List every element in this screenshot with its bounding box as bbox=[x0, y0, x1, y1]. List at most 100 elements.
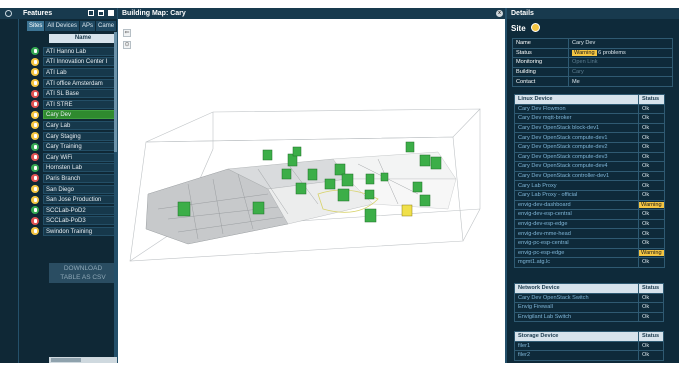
minimize-icon[interactable] bbox=[88, 10, 94, 16]
site-list-item[interactable]: SCCLab-PoD2 bbox=[31, 205, 118, 216]
device-row[interactable]: Cary Dev OpenStack compute-dev2 Ok bbox=[514, 141, 665, 153]
site-list-item[interactable]: ATI STRE bbox=[31, 99, 118, 110]
device-status: Ok bbox=[638, 132, 665, 143]
download-csv-button[interactable]: DOWNLOAD TABLE AS CSV bbox=[49, 263, 117, 283]
device-name[interactable]: filer1 bbox=[514, 340, 639, 352]
device-row[interactable]: Cary Dev OpenStack Switch Ok bbox=[514, 292, 664, 304]
device-name[interactable]: Cary Dev OpenStack Switch bbox=[514, 292, 639, 304]
device-name[interactable]: envig-dev-esp-edge bbox=[514, 218, 639, 230]
device-row[interactable]: Cary Dev OpenStack compute-dev4 Ok bbox=[514, 161, 665, 172]
device-name[interactable]: Cary Dev OpenStack compute-dev2 bbox=[514, 141, 639, 153]
device-name[interactable]: Cary Dev OpenStack compute-dev4 bbox=[514, 161, 639, 172]
site-list-item[interactable]: Cary Lab bbox=[31, 120, 118, 131]
device-row[interactable]: Cary Dev Flowmon Ok bbox=[514, 103, 665, 115]
device-row[interactable]: envig-dev-esp-edge Ok bbox=[514, 218, 665, 230]
site-list-item[interactable]: ATI office Amsterdam bbox=[31, 78, 118, 89]
device-name[interactable]: Envig Firewall bbox=[514, 302, 639, 313]
device-name[interactable]: filer2 bbox=[514, 350, 639, 361]
site-list-item[interactable]: San Jose Production bbox=[31, 194, 118, 205]
device-row[interactable]: Cary Dev OpenStack compute-dev1 Ok bbox=[514, 132, 665, 143]
site-list-item[interactable]: Cary Dev bbox=[31, 110, 118, 121]
status-column-header[interactable]: Status bbox=[638, 94, 665, 105]
site-list-item[interactable]: Cary WiFi bbox=[31, 152, 118, 163]
device-name[interactable]: envig-pc-esp-edge bbox=[514, 247, 639, 259]
device-column-header[interactable]: Network Device bbox=[514, 283, 639, 294]
device-row[interactable]: Cary Lab Proxy Ok bbox=[514, 180, 665, 191]
device-name[interactable]: Cary Lab Proxy - official bbox=[514, 189, 639, 201]
device-row[interactable]: envig-pc-esp-edge Warning bbox=[514, 247, 665, 259]
site-list-item[interactable]: ATI Hanno Lab bbox=[31, 46, 118, 57]
device-row[interactable]: Envigilant Lab Switch Ok bbox=[514, 311, 664, 323]
device-row[interactable]: envig-dev-esp-central Ok bbox=[514, 209, 665, 220]
horizontal-scrollbar[interactable] bbox=[49, 357, 117, 363]
site-list-item[interactable]: Paris Branch bbox=[31, 173, 118, 184]
device-row[interactable]: mgmt1.atg.lc Ok bbox=[514, 257, 665, 268]
site-list-item[interactable]: San Diego bbox=[31, 184, 118, 195]
device-name[interactable]: Cary Dev mqtt-broker bbox=[514, 113, 639, 124]
site-list-item[interactable]: Hornsten Lab bbox=[31, 163, 118, 174]
site-status-icon bbox=[31, 153, 39, 162]
status-column-header[interactable]: Status bbox=[638, 331, 664, 342]
device-name[interactable]: Cary Dev OpenStack compute-dev1 bbox=[514, 132, 639, 143]
device-row[interactable]: Envig Firewall Ok bbox=[514, 302, 664, 313]
site-status-icon bbox=[31, 79, 39, 88]
site-list-item[interactable]: Swindon Training bbox=[31, 226, 118, 237]
tab-came[interactable]: Came bbox=[96, 21, 118, 31]
device-name[interactable]: envig-dev-esp-central bbox=[514, 209, 639, 220]
device-column-header[interactable]: Linux Device bbox=[514, 94, 639, 105]
close-icon[interactable]: x bbox=[496, 10, 503, 17]
device-name[interactable]: Cary Dev OpenStack block-dev1 bbox=[514, 122, 639, 134]
site-list-item[interactable]: ATI Lab bbox=[31, 67, 118, 78]
device-name[interactable]: mgmt1.atg.lc bbox=[514, 257, 639, 268]
name-column-header[interactable]: Name bbox=[49, 34, 117, 43]
device-name[interactable]: Cary Dev Flowmon bbox=[514, 103, 639, 115]
device-name[interactable]: envig-dev-dashboard bbox=[514, 199, 639, 211]
status-column-header[interactable]: Status bbox=[638, 283, 664, 294]
device-name[interactable]: Cary Lab Proxy bbox=[514, 180, 639, 191]
device-name[interactable]: Envigilant Lab Switch bbox=[514, 311, 639, 323]
site-name: San Jose Production bbox=[43, 195, 118, 205]
site-status-icon bbox=[31, 68, 39, 77]
building-3d-map[interactable] bbox=[118, 19, 504, 363]
site-name: Cary Dev bbox=[43, 110, 118, 120]
popout-icon[interactable] bbox=[98, 10, 104, 16]
device-row[interactable]: Cary Dev OpenStack compute-dev3 Ok bbox=[514, 151, 665, 163]
left-toolbar bbox=[0, 8, 19, 363]
site-status-icon bbox=[31, 216, 39, 225]
device-row[interactable]: Cary Dev mqtt-broker Ok bbox=[514, 113, 665, 124]
device-row[interactable]: envig-dev-mme-head Ok bbox=[514, 228, 665, 239]
window-icons[interactable] bbox=[88, 10, 114, 16]
device-row[interactable]: envig-pc-esp-central Ok bbox=[514, 237, 665, 249]
device-status: Ok bbox=[638, 189, 665, 201]
device-name[interactable]: envig-dev-mme-head bbox=[514, 228, 639, 239]
device-row[interactable]: Cary Dev OpenStack block-dev1 Ok bbox=[514, 122, 665, 134]
device-row[interactable]: Cary Lab Proxy - official Ok bbox=[514, 189, 665, 201]
site-status-icon bbox=[31, 185, 39, 194]
device-status: Ok bbox=[638, 302, 664, 313]
device-row[interactable]: filer1 Ok bbox=[514, 340, 664, 352]
tab-all-devices[interactable]: All Devices bbox=[45, 21, 81, 31]
site-list-item[interactable]: Cary Staging bbox=[31, 131, 118, 142]
device-row[interactable]: Cary Dev OpenStack controller-dev1 Ok bbox=[514, 170, 665, 182]
settings-icon[interactable] bbox=[0, 8, 19, 19]
device-status: Ok bbox=[638, 292, 664, 304]
site-list-item[interactable]: ATI Innovation Center I bbox=[31, 57, 118, 68]
tab-aps[interactable]: APs bbox=[80, 21, 97, 31]
device-name[interactable]: Cary Dev OpenStack compute-dev3 bbox=[514, 151, 639, 163]
maximize-icon[interactable] bbox=[108, 10, 114, 16]
site-status-icon bbox=[31, 110, 39, 119]
device-row[interactable]: filer2 Ok bbox=[514, 350, 664, 361]
device-name[interactable]: Cary Dev OpenStack controller-dev1 bbox=[514, 170, 639, 182]
device-row[interactable]: envig-dev-dashboard Warning bbox=[514, 199, 665, 211]
summary-value[interactable]: Cary bbox=[568, 66, 673, 78]
site-list-item[interactable]: SCCLab-PoD3 bbox=[31, 216, 118, 227]
summary-row: Contact Me bbox=[512, 76, 673, 87]
summary-value[interactable]: Open Link bbox=[568, 57, 673, 68]
device-name[interactable]: envig-pc-esp-central bbox=[514, 237, 639, 249]
site-name: SCCLab-PoD3 bbox=[43, 216, 118, 226]
tab-sites[interactable]: Sites bbox=[27, 21, 46, 31]
site-list-item[interactable]: Cary Training bbox=[31, 141, 118, 152]
site-list-item[interactable]: ATI SL Base bbox=[31, 88, 118, 99]
device-status: Ok bbox=[638, 311, 664, 323]
device-column-header[interactable]: Storage Device bbox=[514, 331, 639, 342]
